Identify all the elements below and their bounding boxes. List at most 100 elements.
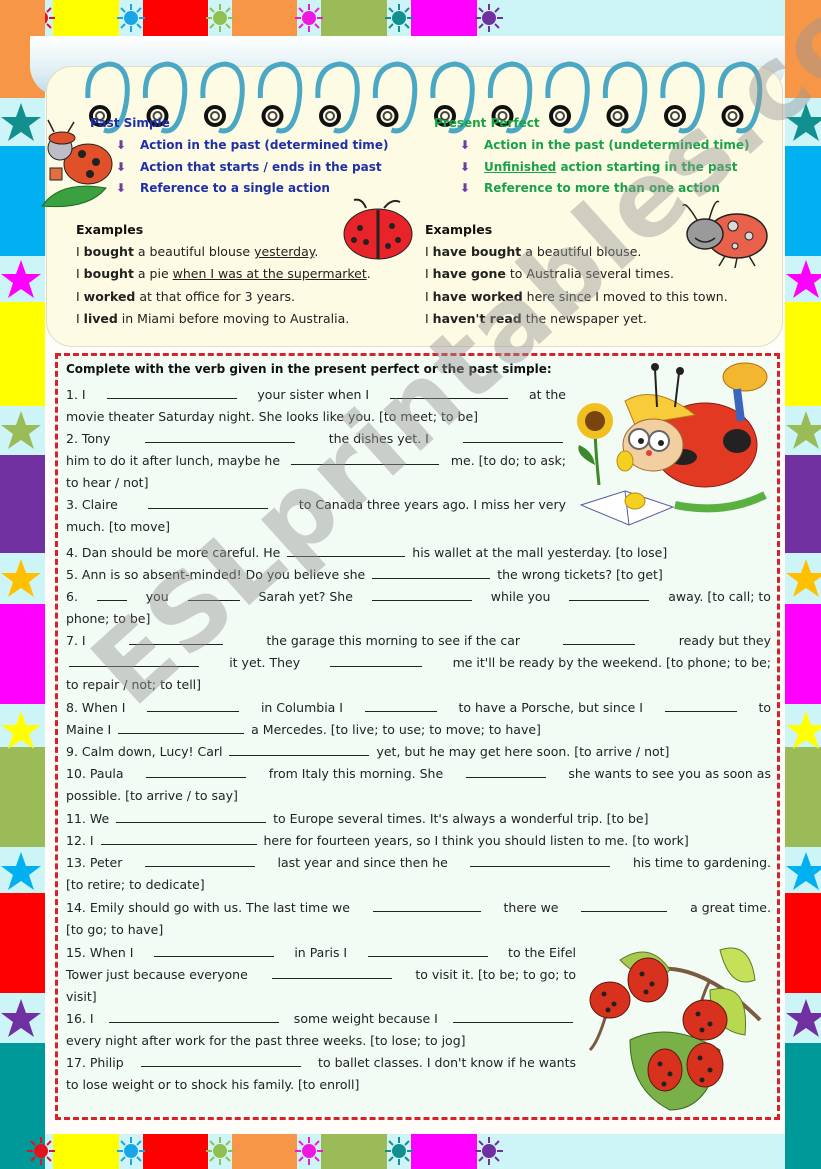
star-icon <box>0 708 43 753</box>
answer-blank[interactable] <box>153 943 274 957</box>
exercise-text: him to do it after lunch, maybe he <box>66 453 284 468</box>
answer-blank[interactable] <box>271 965 392 979</box>
rule-item: ⬇ Reference to a single action <box>114 178 388 200</box>
exercise-text: away. [to call; to <box>664 589 771 604</box>
answer-blank[interactable] <box>664 698 737 712</box>
answer-blank[interactable] <box>144 429 295 443</box>
answer-blank[interactable] <box>291 451 440 465</box>
exercise-text: there we <box>499 900 563 915</box>
past-simple-examples: I bought a beautiful blouse yesterday. I… <box>76 241 371 330</box>
border-block <box>0 747 45 847</box>
arrow-bullet-icon: ⬇ <box>116 181 127 195</box>
exercise-text: while you <box>486 589 555 604</box>
exercise-line: phone; to be] <box>66 608 771 630</box>
answer-blank[interactable] <box>148 495 269 509</box>
answer-blank[interactable] <box>371 587 472 601</box>
exercise-text: 11. We <box>66 811 114 826</box>
example-sentence: I bought a pie when I was at the superma… <box>76 266 371 282</box>
exercise-text: 4. Dan should be more careful. He <box>66 545 285 560</box>
rule-item: ⬇ Action that starts / ends in the past <box>114 157 388 179</box>
exercise-line: Tower just because everyone to visit it.… <box>66 964 576 986</box>
answer-blank[interactable] <box>187 587 240 601</box>
exercise-line: to lose weight or to shock his family. [… <box>66 1074 576 1096</box>
present-perfect-title: Present Perfect <box>434 116 540 130</box>
exercise-text: ready but they <box>674 633 771 648</box>
answer-blank[interactable] <box>118 720 245 734</box>
border-block <box>53 0 119 36</box>
border-block <box>0 893 45 993</box>
answer-blank[interactable] <box>100 831 257 845</box>
answer-blank[interactable] <box>140 1053 301 1067</box>
example-sentence: I worked at that office for 3 years. <box>76 288 295 304</box>
exercise-text: in Columbia I <box>256 700 347 715</box>
exercise-line: [to go; to have] <box>66 919 771 941</box>
answer-blank[interactable] <box>463 429 563 443</box>
exercise-line: 3. Claire to Canada three years ago. I m… <box>66 494 566 516</box>
exercise-line: movie theater Saturday night. She looks … <box>66 406 566 428</box>
exercise-line: 14. Emily should go with us. The last ti… <box>66 897 771 919</box>
exercise-line: 13. Peter last year and since then he hi… <box>66 852 771 874</box>
exercise-line: it yet. They me it'll be ready by the we… <box>66 652 771 674</box>
exercise-text: your sister when I <box>253 387 374 402</box>
exercise-text: 14. Emily should go with us. The last ti… <box>66 900 354 915</box>
exercise-text: [to go; to have] <box>66 922 164 937</box>
answer-blank[interactable] <box>128 631 223 645</box>
exercise-text: here for fourteen years, so I think you … <box>259 833 689 848</box>
present-perfect-examples-title: Examples <box>425 222 493 237</box>
exercise-text: to hear / not] <box>66 475 149 490</box>
answer-blank[interactable] <box>69 653 199 667</box>
answer-blank[interactable] <box>147 698 240 712</box>
answer-blank[interactable] <box>146 764 247 778</box>
answer-blank[interactable] <box>330 653 423 667</box>
answer-blank[interactable] <box>229 742 370 756</box>
answer-blank[interactable] <box>364 698 437 712</box>
exercise-line: 5. Ann is so absent-minded! Do you belie… <box>66 564 771 586</box>
exercise-text: 2. Tony <box>66 431 115 446</box>
answer-blank[interactable] <box>372 898 481 912</box>
exercise-text: you <box>141 589 173 604</box>
answer-blank[interactable] <box>465 764 546 778</box>
exercise-text: 13. Peter <box>66 855 127 870</box>
exercise-text: to have a Porsche, but since I <box>454 700 647 715</box>
answer-blank[interactable] <box>569 587 650 601</box>
example-sentence: I haven't read the newspaper yet. <box>425 310 647 326</box>
exercise-text: the garage this morning to see if the ca… <box>262 633 524 648</box>
star-icon <box>0 996 43 1041</box>
arrow-bullet-icon: ⬇ <box>116 138 127 152</box>
exercise-line: 9. Calm down, Lucy! Carl yet, but he may… <box>66 741 771 763</box>
spiral-ring <box>315 61 360 134</box>
exercise-text: his wallet at the mall yesterday. [to lo… <box>408 545 668 560</box>
exercise-line: visit] <box>66 986 576 1008</box>
answer-blank[interactable] <box>390 385 509 399</box>
answer-blank[interactable] <box>287 543 406 557</box>
answer-blank[interactable] <box>116 809 267 823</box>
past-simple-rules: ⬇ Action in the past (determined time) ⬇ A… <box>114 135 388 200</box>
answer-blank[interactable] <box>96 587 127 601</box>
spiral-ring <box>200 61 245 134</box>
exercise-text: 7. I <box>66 633 90 648</box>
answer-blank[interactable] <box>367 943 488 957</box>
answer-blank[interactable] <box>581 898 668 912</box>
star-icon <box>0 556 43 601</box>
answer-blank[interactable] <box>144 853 255 867</box>
exercise-line: him to do it after lunch, maybe he me. [… <box>66 450 566 472</box>
example-sentence: I lived in Miami before moving to Austra… <box>76 310 350 326</box>
star-icon <box>783 708 821 753</box>
border-block <box>785 1133 821 1169</box>
exercise-text: his time to gardening. <box>629 855 771 870</box>
star-icon <box>783 996 821 1041</box>
answer-blank[interactable] <box>106 385 237 399</box>
answer-blank[interactable] <box>563 631 636 645</box>
exercise-text: last year and since then he <box>273 855 452 870</box>
answer-blank[interactable] <box>453 1009 573 1023</box>
exercise-text: possible. [to arrive / to say] <box>66 788 238 803</box>
exercise-line: 6. you Sarah yet? She while you away. [t… <box>66 586 771 608</box>
answer-blank[interactable] <box>470 853 611 867</box>
border-block <box>785 0 821 98</box>
answer-blank[interactable] <box>108 1009 279 1023</box>
exercise-text: from Italy this morning. She <box>264 766 448 781</box>
border-block <box>53 1133 119 1169</box>
answer-blank[interactable] <box>372 565 491 579</box>
exercise-line: [to retire; to dedicate] <box>66 874 771 896</box>
border-block <box>232 0 298 36</box>
